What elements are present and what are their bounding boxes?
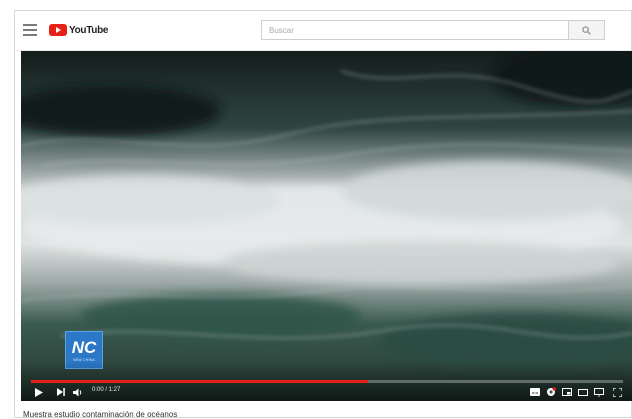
progress-bar[interactable] [31,380,623,383]
search-button[interactable] [569,20,605,40]
video-frame[interactable] [21,51,632,401]
play-icon [35,387,43,397]
youtube-play-logo-icon [49,24,67,36]
logo-text: YouTube [69,24,109,36]
video-info: Muestra estudio contaminación de océanos [15,407,631,419]
volume-icon [73,388,82,396]
browser-frame: YouTube Buscar NC NEW CHINA 0:00 / 1:27 … [14,10,632,419]
theater-icon [578,388,588,396]
progress-played [31,380,369,383]
cast-icon [594,387,604,396]
search-bar [261,20,605,40]
subtitles-icon [530,388,540,396]
subtitles-button[interactable] [529,386,541,398]
play-button[interactable] [33,386,45,398]
volume-button[interactable] [71,386,85,398]
player-controls: 0:00 / 1:27 [21,386,632,400]
search-input[interactable] [261,20,569,40]
miniplayer-button[interactable] [561,386,573,398]
miniplayer-icon [562,388,572,396]
menu-icon[interactable] [23,23,37,37]
cast-button[interactable] [593,386,605,398]
fullscreen-button[interactable] [611,386,623,398]
search-icon [582,25,591,35]
fullscreen-icon [612,387,622,397]
video-player[interactable]: NC NEW CHINA 0:00 / 1:27 [21,51,632,401]
settings-icon [547,387,556,396]
time-display: 0:00 / 1:27 [92,387,121,393]
next-icon [57,388,65,396]
channel-logo-mark: NC [71,337,97,357]
theater-button[interactable] [577,386,589,398]
next-button[interactable] [55,386,67,398]
masthead: YouTube [15,11,631,51]
settings-button[interactable] [545,386,557,398]
youtube-logo[interactable]: YouTube [49,23,109,37]
